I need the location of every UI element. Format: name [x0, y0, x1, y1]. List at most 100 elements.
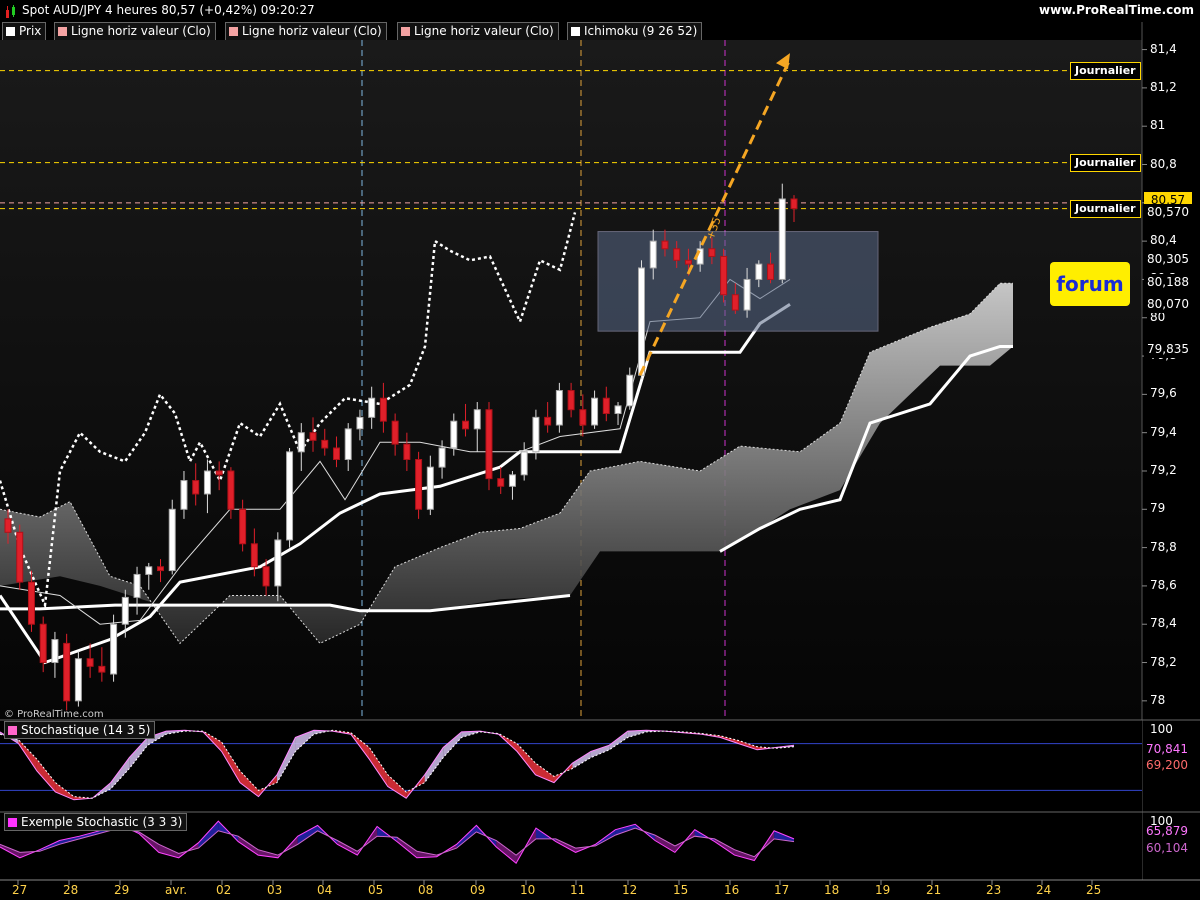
x-tick-label: 27: [12, 883, 28, 897]
y-tick-label: 81,2: [1150, 79, 1177, 94]
indicator-value: 65,879: [1146, 824, 1188, 838]
candle-body: [297, 432, 305, 453]
candle-body: [661, 240, 669, 250]
daily-level-tag: Journalier: [1070, 153, 1141, 172]
x-tick-label: 02: [216, 883, 232, 897]
indicator-value: 69,200: [1146, 758, 1188, 772]
y-tick-label: 78,8: [1150, 539, 1177, 554]
price-label: 80,570: [1144, 204, 1192, 222]
stochastic-panel: [0, 719, 1200, 812]
y-tick-label: 78,2: [1150, 654, 1177, 669]
daily-level-tag: Journalier: [1070, 61, 1141, 80]
candle-body: [274, 539, 282, 587]
price-label: 79,835: [1144, 341, 1192, 359]
stochastic-title-text: Stochastique (14 3 5): [21, 723, 151, 737]
example-stochastic-title-text: Exemple Stochastic (3 3 3): [21, 815, 183, 829]
candle-body: [16, 531, 24, 583]
x-tick-label: 12: [622, 883, 638, 897]
candle-body: [544, 416, 552, 426]
candle-body: [63, 642, 71, 702]
price-label: 80,070: [1144, 296, 1192, 314]
candle-body: [262, 566, 270, 587]
x-tick-label: 03: [267, 883, 283, 897]
candle-body: [485, 409, 493, 480]
candle-body: [133, 573, 141, 598]
candle-body: [591, 397, 599, 426]
y-tick-label: 79: [1150, 501, 1166, 516]
chart-canvas: +35: [0, 22, 1200, 900]
panel-y-tick: 100: [1150, 722, 1173, 736]
x-tick-label: 09: [470, 883, 486, 897]
forum-button[interactable]: forum: [1050, 262, 1130, 306]
candle-body: [684, 259, 692, 265]
y-tick-label: 80,4: [1150, 233, 1177, 248]
candle-body: [192, 480, 200, 495]
candle-body: [110, 623, 118, 675]
candle-body: [180, 480, 188, 510]
x-tick-label: 23: [986, 883, 1002, 897]
watermark: © ProRealTime.com: [4, 709, 104, 720]
candle-body: [508, 474, 516, 487]
candle-body: [391, 420, 399, 445]
indicator-value: 70,841: [1146, 742, 1188, 756]
candle-body: [790, 198, 798, 210]
candle-body: [626, 374, 634, 407]
candle-body: [27, 581, 35, 625]
x-tick-label: 16: [724, 883, 740, 897]
x-tick-label: 08: [418, 883, 434, 897]
y-tick-label: 78,4: [1150, 616, 1177, 631]
candle-body: [708, 248, 716, 257]
candle-body: [450, 420, 458, 449]
candle-body: [86, 658, 94, 667]
example-stochastic-title: Exemple Stochastic (3 3 3): [4, 813, 188, 831]
y-tick-label: 81: [1150, 118, 1166, 133]
candle-body: [497, 478, 505, 487]
price-label: 80,188: [1144, 273, 1192, 291]
y-tick-label: 80,8: [1150, 156, 1177, 171]
candle-body: [673, 248, 681, 261]
y-tick-label: 79,2: [1150, 462, 1177, 477]
stochastic-swatch: [8, 726, 17, 735]
stochastic-title: Stochastique (14 3 5): [4, 721, 156, 739]
candle-body: [227, 470, 235, 510]
candle-body: [767, 263, 775, 280]
candle-body: [51, 639, 59, 664]
candle-body: [614, 405, 622, 415]
x-tick-label: 04: [317, 883, 333, 897]
candle-body: [720, 255, 728, 296]
candle-body: [567, 390, 575, 411]
price-label: 80,305: [1144, 251, 1192, 269]
candle-body: [250, 543, 258, 568]
x-tick-label: 10: [520, 883, 536, 897]
x-tick-label: 21: [926, 883, 942, 897]
x-tick-label: 18: [824, 883, 840, 897]
candle-body: [309, 432, 317, 441]
candle-body: [98, 665, 106, 673]
candle-body: [532, 416, 540, 453]
x-tick-label: 28: [63, 883, 79, 897]
candle-body: [74, 658, 82, 702]
candle-body: [520, 451, 528, 476]
candle-body: [121, 596, 129, 625]
candle-body: [39, 623, 47, 664]
candle-body: [426, 466, 434, 510]
candle-body: [462, 420, 470, 430]
y-tick-label: 79,4: [1150, 424, 1177, 439]
candle-body: [555, 390, 563, 426]
candle-body: [602, 397, 610, 415]
candle-body: [145, 566, 153, 575]
candle-body: [438, 447, 446, 468]
candle-body: [157, 566, 165, 572]
x-tick-label: 17: [774, 883, 790, 897]
y-tick-label: 79,6: [1150, 386, 1177, 401]
candle-body: [321, 439, 329, 449]
x-tick-label: 11: [570, 883, 586, 897]
candle-body: [731, 294, 739, 311]
candle-body: [579, 409, 587, 426]
candle-body: [286, 451, 294, 541]
y-tick-label: 81,4: [1150, 41, 1177, 56]
candle-body: [403, 443, 411, 460]
candle-body: [755, 263, 763, 280]
candle-body: [4, 518, 12, 533]
y-tick-label: 78: [1150, 692, 1166, 707]
